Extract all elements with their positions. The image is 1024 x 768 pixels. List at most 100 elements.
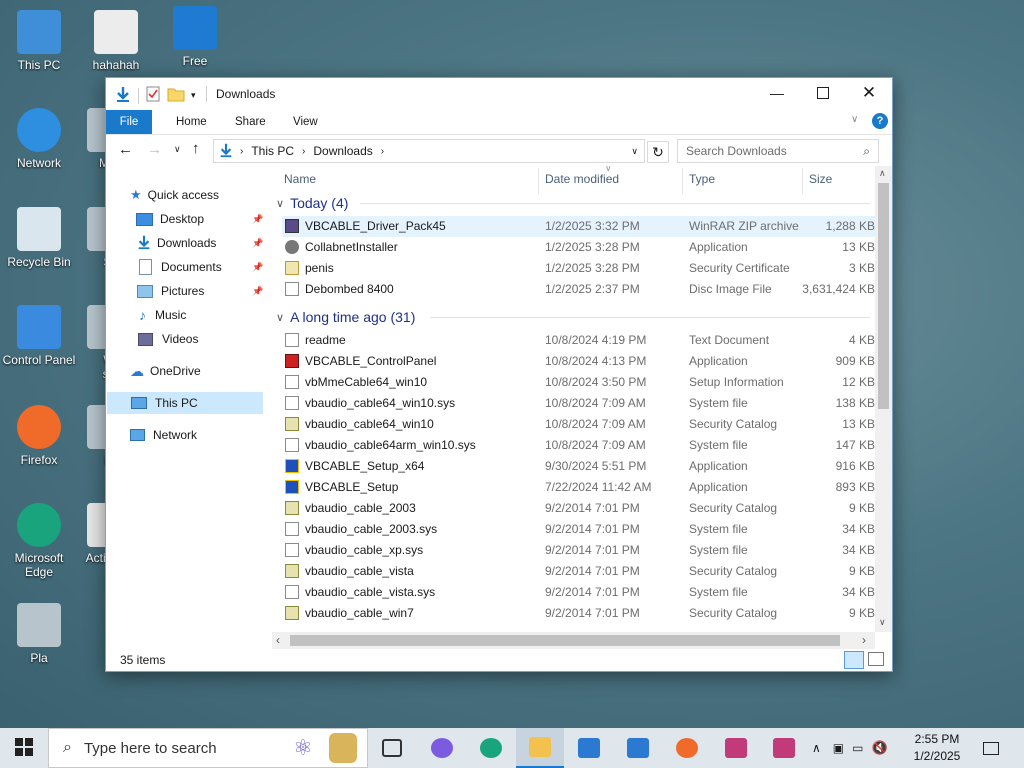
notifications-button[interactable] bbox=[968, 728, 1014, 768]
taskbar-app-button[interactable] bbox=[467, 728, 515, 768]
volume-muted-icon[interactable]: 🔇 bbox=[871, 740, 887, 756]
edge-icon bbox=[17, 503, 61, 547]
maximize-button[interactable] bbox=[800, 78, 846, 108]
desktop-icon[interactable]: Free bbox=[156, 6, 234, 68]
column-header-type[interactable]: Type bbox=[689, 172, 715, 190]
group-header[interactable]: ∨ A long time ago (31) bbox=[272, 306, 415, 328]
search-box[interactable]: Search Downloads ⌕ bbox=[677, 139, 879, 163]
file-row[interactable]: vbaudio_cable_vista 9/2/2014 7:01 PM Secur… bbox=[282, 561, 875, 582]
desktop-icon[interactable]: This PC bbox=[0, 10, 78, 72]
file-row[interactable]: vbMmeCable64_win10 10/8/2024 3:50 PM Setup… bbox=[282, 372, 875, 393]
horizontal-scrollbar[interactable]: ‹ › bbox=[272, 632, 875, 649]
tab-home[interactable]: Home bbox=[166, 110, 217, 134]
desktop-icon[interactable]: Recycle Bin bbox=[0, 207, 78, 269]
file-row[interactable]: VBCABLE_Setup_x64 9/30/2024 5:51 PM Applic… bbox=[282, 456, 875, 477]
clock[interactable]: 2:55 PM 1/2/2025 bbox=[906, 731, 968, 765]
scroll-left-icon[interactable]: ‹ bbox=[276, 633, 280, 647]
start-button[interactable] bbox=[0, 728, 48, 768]
desktop-icon[interactable]: Network bbox=[0, 108, 78, 170]
search-input[interactable]: Search Downloads bbox=[686, 144, 787, 158]
taskbar-app-button[interactable] bbox=[614, 728, 662, 768]
taskbar-app-button[interactable] bbox=[368, 728, 416, 768]
nav-pictures[interactable]: Pictures 📌 bbox=[136, 280, 268, 302]
file-date: 1/2/2025 3:28 PM bbox=[545, 240, 640, 254]
column-header-size[interactable]: Size bbox=[809, 172, 832, 190]
expand-ribbon-icon[interactable]: ∨ bbox=[851, 114, 858, 125]
camera-icon[interactable]: ▣ bbox=[833, 741, 844, 755]
file-row[interactable]: vbaudio_cable_2003.sys 9/2/2014 7:01 PM Sy… bbox=[282, 519, 875, 540]
file-row[interactable]: VBCABLE_Setup 7/22/2024 11:42 AM Applicati… bbox=[282, 477, 875, 498]
taskbar-app-button[interactable] bbox=[760, 728, 808, 768]
desktop-icon[interactable]: Microsoft Edge bbox=[0, 503, 78, 579]
recent-locations-button[interactable]: ∨ bbox=[174, 144, 181, 155]
desktop-icon[interactable]: hahahah bbox=[77, 10, 155, 72]
vertical-scroll-thumb[interactable] bbox=[878, 183, 889, 409]
file-row[interactable]: vbaudio_cable64_win10.sys 10/8/2024 7:09 … bbox=[282, 393, 875, 414]
taskbar-app-button[interactable] bbox=[516, 728, 564, 768]
scroll-right-icon[interactable]: › bbox=[862, 633, 866, 647]
tab-share[interactable]: Share bbox=[225, 110, 276, 134]
file-row[interactable]: readme 10/8/2024 4:19 PM Text Document 4 KB bbox=[282, 330, 875, 351]
nav-music[interactable]: ♪ Music bbox=[136, 304, 186, 326]
network-tray-icon[interactable]: ▭ bbox=[852, 741, 863, 755]
file-name: penis bbox=[305, 261, 334, 275]
refresh-button[interactable]: ↻ bbox=[647, 141, 669, 163]
scroll-down-icon[interactable]: ∨ bbox=[879, 617, 886, 628]
address-bar[interactable]: › This PC › Downloads › ∨ bbox=[213, 139, 645, 163]
column-header-date[interactable]: Date modified bbox=[545, 172, 619, 190]
new-folder-icon[interactable] bbox=[167, 86, 185, 105]
file-size: 4 KB bbox=[848, 333, 875, 347]
file-row[interactable]: vbaudio_cable_xp.sys 9/2/2014 7:01 PM Syst… bbox=[282, 540, 875, 561]
taskbar-app-button[interactable] bbox=[565, 728, 613, 768]
nav-desktop[interactable]: Desktop 📌 bbox=[136, 208, 268, 230]
title-bar[interactable]: ▾ Downloads — ✕ bbox=[106, 78, 892, 110]
nav-videos[interactable]: Videos bbox=[136, 328, 198, 350]
file-row[interactable]: penis 1/2/2025 3:28 PM Security Certificat… bbox=[282, 258, 875, 279]
up-button[interactable]: ↑ bbox=[192, 140, 200, 157]
scroll-up-icon[interactable]: ∧ bbox=[879, 168, 886, 179]
back-button[interactable]: ← bbox=[118, 141, 133, 158]
details-view-icon[interactable] bbox=[844, 651, 864, 669]
taskbar-search-box[interactable]: ⌕ Type here to search ⚛ bbox=[48, 728, 368, 768]
address-dropdown-icon[interactable]: ∨ bbox=[631, 146, 638, 157]
horizontal-scroll-thumb[interactable] bbox=[290, 635, 840, 646]
taskbar-search-input[interactable]: Type here to search bbox=[84, 740, 217, 757]
column-header-name[interactable]: Name bbox=[284, 172, 316, 190]
tab-view[interactable]: View bbox=[283, 110, 328, 134]
vertical-scrollbar[interactable]: ∧ ∨ bbox=[875, 166, 892, 632]
tab-file[interactable]: File bbox=[106, 110, 152, 134]
file-name: VBCABLE_Setup_x64 bbox=[305, 459, 425, 473]
file-row[interactable]: vbaudio_cable_2003 9/2/2014 7:01 PM Securi… bbox=[282, 498, 875, 519]
nav-quick-access[interactable]: ★ Quick access bbox=[130, 184, 219, 206]
taskbar-app-button[interactable] bbox=[663, 728, 711, 768]
group-header[interactable]: ∨ Today (4) bbox=[272, 192, 348, 214]
breadcrumb-downloads[interactable]: Downloads bbox=[313, 144, 372, 158]
file-row[interactable]: vbaudio_cable_win7 9/2/2014 7:01 PM Securi… bbox=[282, 603, 875, 624]
desktop-icon[interactable]: Control Panel bbox=[0, 305, 78, 367]
file-row[interactable]: VBCABLE_ControlPanel 10/8/2024 4:13 PM App… bbox=[282, 351, 875, 372]
file-row[interactable]: vbaudio_cable64_win10 10/8/2024 7:09 AM Se… bbox=[282, 414, 875, 435]
file-row[interactable]: VBCABLE_Driver_Pack45 1/2/2025 3:32 PM Win… bbox=[282, 216, 875, 237]
nav-network[interactable]: Network bbox=[130, 424, 197, 446]
forward-button[interactable]: → bbox=[147, 141, 162, 158]
show-hidden-icons-icon[interactable]: ∧ bbox=[812, 741, 821, 755]
taskbar-app-button[interactable] bbox=[418, 728, 466, 768]
large-icons-view-icon[interactable] bbox=[868, 652, 884, 666]
nav-downloads[interactable]: Downloads 📌 bbox=[136, 232, 268, 254]
minimize-button[interactable]: — bbox=[754, 78, 800, 108]
desktop-icon[interactable]: Firefox bbox=[0, 405, 78, 467]
customize-toolbar-icon[interactable]: ▾ bbox=[191, 90, 196, 101]
properties-icon[interactable] bbox=[145, 86, 161, 105]
desktop-icon[interactable]: Pla bbox=[0, 603, 78, 665]
file-row[interactable]: vbaudio_cable64arm_win10.sys 10/8/2024 7:… bbox=[282, 435, 875, 456]
taskbar-app-button[interactable] bbox=[712, 728, 760, 768]
nav-documents[interactable]: Documents 📌 bbox=[136, 256, 268, 278]
close-button[interactable]: ✕ bbox=[846, 78, 892, 108]
nav-this-pc[interactable]: This PC bbox=[107, 392, 263, 414]
breadcrumb-this-pc[interactable]: This PC bbox=[251, 144, 294, 158]
file-row[interactable]: vbaudio_cable_vista.sys 9/2/2014 7:01 PM S… bbox=[282, 582, 875, 603]
file-row[interactable]: CollabnetInstaller 1/2/2025 3:28 PM Applic… bbox=[282, 237, 875, 258]
file-row[interactable]: Debombed 8400 1/2/2025 2:37 PM Disc Image … bbox=[282, 279, 875, 300]
nav-onedrive[interactable]: ☁ OneDrive bbox=[130, 360, 201, 382]
help-icon[interactable]: ? bbox=[872, 113, 888, 129]
